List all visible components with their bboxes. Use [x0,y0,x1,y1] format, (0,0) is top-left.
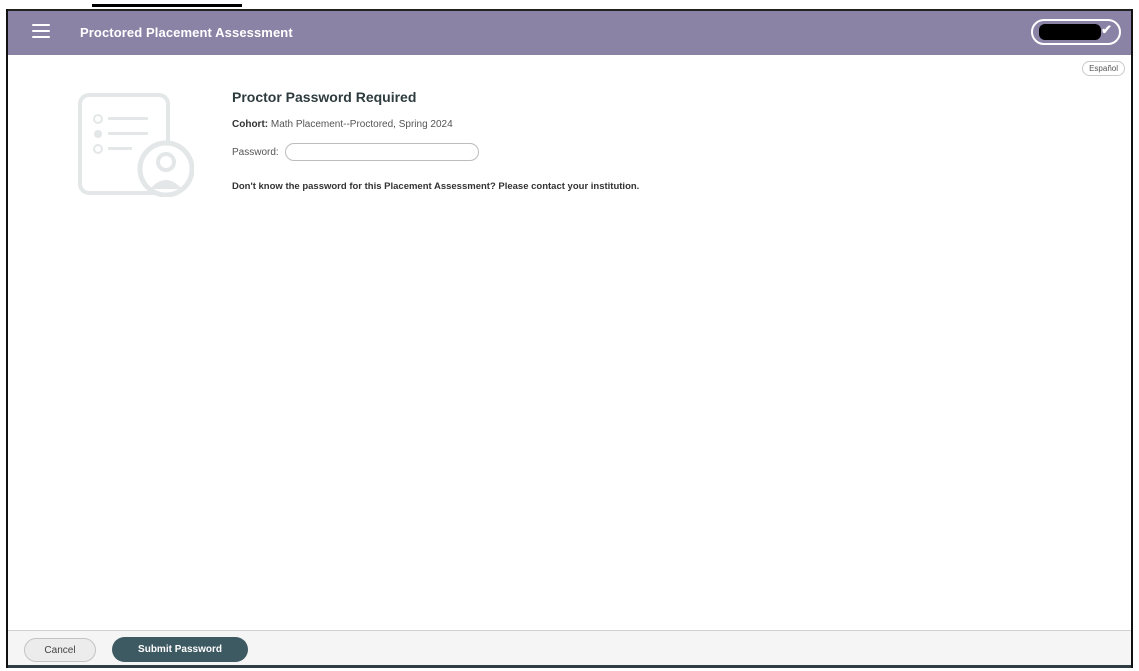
top-edge-strip [92,4,242,7]
footer-bar: Cancel Submit Password [8,630,1131,668]
redacted-username [1039,24,1101,40]
app-title: Proctored Placement Assessment [80,25,293,40]
password-row: Password: [232,143,639,161]
app-header: Proctored Placement Assessment ✔ [8,9,1131,55]
proctor-checklist-icon [78,93,194,197]
app-window: Proctored Placement Assessment ✔ Español… [6,9,1133,668]
password-form: Proctor Password Required Cohort: Math P… [232,89,639,192]
cohort-value: Math Placement--Proctored, Spring 2024 [270,119,453,130]
password-input[interactable] [284,143,479,161]
language-toggle-button[interactable]: Español [1082,61,1125,76]
hamburger-menu-icon[interactable] [32,24,50,40]
cohort-label: Cohort: [232,119,269,130]
password-label: Password: [232,146,279,158]
screenshot-frame: Proctored Placement Assessment ✔ Español… [0,0,1139,671]
submit-password-button[interactable]: Submit Password [112,637,248,662]
user-menu-button[interactable]: ✔ [1031,19,1121,45]
page-title: Proctor Password Required [232,89,417,105]
cohort-line: Cohort: Math Placement--Proctored, Sprin… [232,119,639,130]
check-icon: ✔ [1101,22,1112,37]
cancel-button[interactable]: Cancel [24,638,96,662]
help-text: Don't know the password for this Placeme… [232,181,640,192]
